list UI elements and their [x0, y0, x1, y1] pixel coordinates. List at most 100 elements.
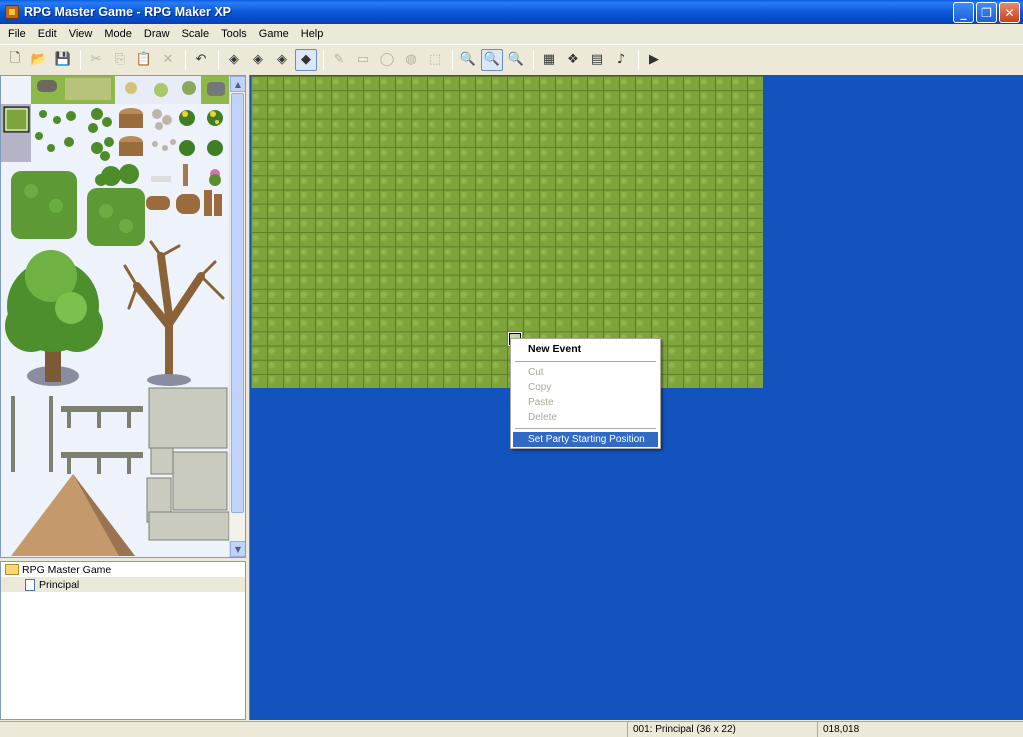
materialbase-button[interactable]: ❖	[562, 49, 584, 71]
playtest-button[interactable]: ▶	[643, 49, 665, 71]
map-grass-layer[interactable]	[251, 76, 763, 388]
context-menu: New Event Cut Copy Paste Delete Set Party Sta…	[510, 338, 661, 449]
open-folder-button[interactable]: 📂	[28, 49, 50, 71]
toolbar: 🗋 📂 💾 ✂ ⎘ 📋 ✕ ↶ ◈ ◈ ◈ ◆ ✎ ▭ ◯ ◍ ⬚ 🔍 🔍 🔍 ▦ ❖ ▤ ♪ ▶	[0, 44, 1023, 74]
rpg-maker-app-icon[interactable]	[5, 5, 19, 19]
rectangle-icon: ▭	[356, 52, 370, 67]
context-menu-item-delete[interactable]: Delete	[513, 410, 658, 425]
pencil-icon: ✎	[333, 52, 345, 67]
pencil-button[interactable]: ✎	[328, 49, 350, 71]
menu-draw[interactable]: Draw	[138, 25, 176, 43]
undo-button[interactable]: ↶	[190, 49, 212, 71]
scroll-up-icon[interactable]: ▲	[230, 76, 245, 92]
layer-2-icon: ◈	[253, 52, 263, 67]
layer-3-button[interactable]: ◈	[271, 49, 293, 71]
menu-mode[interactable]: Mode	[98, 25, 138, 43]
new-file-button[interactable]: 🗋	[4, 49, 26, 71]
menu-game[interactable]: Game	[253, 25, 295, 43]
map-page-icon	[25, 578, 35, 591]
close-button[interactable]: ✕	[999, 2, 1020, 23]
menu-scale[interactable]: Scale	[176, 25, 216, 43]
close-icon: ✕	[1004, 5, 1015, 20]
tree-project-node[interactable]: RPG Master Game	[1, 562, 245, 577]
menu-separator	[515, 361, 656, 362]
context-menu-item-new-event[interactable]: New Event	[513, 341, 658, 358]
copy-icon: ⎘	[114, 52, 126, 67]
tileset-panel[interactable]: ▲ ▼	[0, 75, 246, 558]
open-folder-icon: 📂	[30, 52, 48, 67]
toolbar-separator	[323, 49, 324, 70]
window-title: RPG Master Game - RPG Maker XP	[24, 5, 232, 19]
project-name: RPG Master Game	[22, 563, 112, 576]
minimize-icon: _	[960, 5, 967, 20]
resize-grip[interactable]	[1009, 722, 1023, 737]
zoom-4-button[interactable]: 🔍	[505, 49, 527, 71]
database-icon: ▦	[542, 52, 556, 67]
toolbar-separator	[185, 49, 186, 70]
tree-map-node[interactable]: Principal	[1, 577, 245, 592]
ellipse-icon: ◯	[379, 52, 395, 67]
database-button[interactable]: ▦	[538, 49, 560, 71]
save-button[interactable]: 💾	[52, 49, 74, 71]
ellipse-button[interactable]: ◯	[376, 49, 398, 71]
event-layer-button[interactable]: ◆	[295, 48, 317, 71]
layer-2-button[interactable]: ◈	[247, 49, 269, 71]
cut-button[interactable]: ✂	[85, 49, 107, 71]
minimize-button[interactable]: _	[953, 2, 974, 23]
menu-file[interactable]: File	[2, 25, 32, 43]
playtest-icon: ▶	[649, 52, 659, 67]
toolbar-separator	[80, 49, 81, 70]
scroll-down-icon[interactable]: ▼	[230, 541, 245, 557]
status-coordinates: 018,018	[817, 722, 1009, 737]
context-menu-item-cut[interactable]: Cut	[513, 365, 658, 380]
window-controls: _ ❐ ✕	[953, 2, 1020, 23]
paste-button[interactable]: 📋	[133, 49, 155, 71]
zoom-1-button[interactable]: 🔍	[457, 49, 479, 71]
status-pane-empty	[0, 722, 627, 737]
context-menu-item-copy[interactable]: Copy	[513, 380, 658, 395]
save-icon: 💾	[54, 52, 72, 67]
tileset-graphic[interactable]	[1, 76, 230, 557]
menu-help[interactable]: Help	[295, 25, 330, 43]
script-editor-icon: ▤	[590, 52, 604, 67]
fill-icon: ◍	[405, 52, 417, 67]
menu-view[interactable]: View	[63, 25, 99, 43]
select-button[interactable]: ⬚	[424, 49, 446, 71]
restore-icon: ❐	[981, 5, 992, 20]
folder-icon	[5, 564, 19, 575]
title-bar[interactable]: RPG Master Game - RPG Maker XP _ ❐ ✕	[0, 0, 1023, 24]
zoom-1-icon: 🔍	[459, 52, 477, 67]
menu-bar: File Edit View Mode Draw Scale Tools Gam…	[0, 24, 1023, 44]
script-editor-button[interactable]: ▤	[586, 49, 608, 71]
fill-button[interactable]: ◍	[400, 49, 422, 71]
zoom-4-icon: 🔍	[507, 52, 525, 67]
toolbar-separator	[218, 49, 219, 70]
zoom-2-icon: 🔍	[483, 52, 501, 67]
menu-tools[interactable]: Tools	[215, 25, 253, 43]
status-bar: 001: Principal (36 x 22) 018,018	[0, 721, 1023, 737]
layer-1-icon: ◈	[229, 52, 239, 67]
tileset-scrollbar[interactable]: ▲ ▼	[229, 76, 245, 557]
delete-icon: ✕	[162, 52, 174, 67]
undo-icon: ↶	[195, 52, 207, 67]
select-icon: ⬚	[428, 52, 442, 67]
rectangle-button[interactable]: ▭	[352, 49, 374, 71]
copy-button[interactable]: ⎘	[109, 49, 131, 71]
context-menu-item-paste[interactable]: Paste	[513, 395, 658, 410]
layer-1-button[interactable]: ◈	[223, 49, 245, 71]
cut-icon: ✂	[90, 52, 102, 67]
menu-separator	[515, 428, 656, 429]
sound-test-button[interactable]: ♪	[610, 49, 632, 71]
status-map-info: 001: Principal (36 x 22)	[627, 722, 817, 737]
restore-button[interactable]: ❐	[976, 2, 997, 23]
event-layer-icon: ◆	[301, 52, 311, 67]
map-name: Principal	[39, 578, 80, 591]
materialbase-icon: ❖	[567, 52, 579, 67]
menu-edit[interactable]: Edit	[32, 25, 63, 43]
delete-button[interactable]: ✕	[157, 49, 179, 71]
new-file-icon: 🗋	[9, 50, 21, 66]
context-menu-item-set-party-starting-position[interactable]: Set Party Starting Position	[513, 432, 658, 447]
scroll-thumb[interactable]	[231, 93, 244, 513]
map-tree[interactable]: RPG Master Game Principal	[0, 561, 246, 720]
zoom-2-button[interactable]: 🔍	[481, 48, 503, 71]
